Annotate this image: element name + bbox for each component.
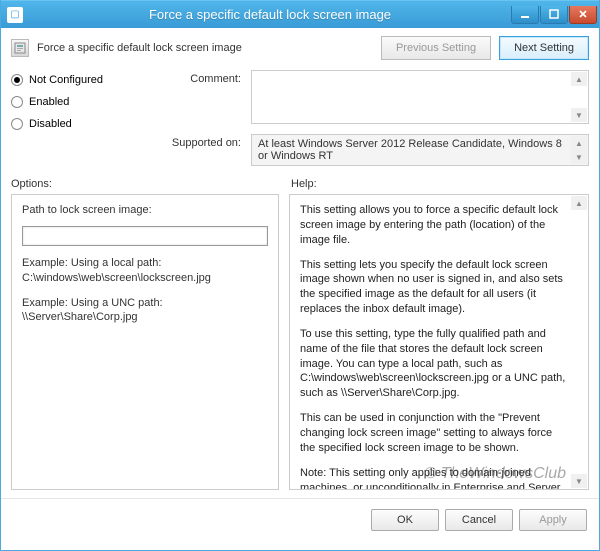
scroll-up-icon[interactable]: ▲: [571, 72, 587, 86]
supported-on-value: At least Windows Server 2012 Release Can…: [258, 138, 562, 162]
dialog-buttons: OK Cancel Apply: [1, 498, 599, 541]
minimize-button[interactable]: [511, 6, 539, 24]
path-label: Path to lock screen image:: [22, 203, 268, 218]
maximize-button[interactable]: [540, 6, 568, 24]
apply-button[interactable]: Apply: [519, 509, 587, 531]
supported-label: Supported on:: [161, 134, 241, 166]
section-labels: Options: Help:: [1, 172, 599, 194]
supported-scrollbar[interactable]: ▲ ▼: [571, 136, 587, 164]
supported-row: Supported on: At least Windows Server 20…: [161, 134, 589, 166]
radio-label: Enabled: [29, 96, 69, 108]
policy-title: Force a specific default lock screen ima…: [37, 42, 373, 54]
window-controls: [511, 6, 597, 24]
comment-label: Comment:: [161, 70, 241, 124]
next-setting-button[interactable]: Next Setting: [499, 36, 589, 60]
panels: Path to lock screen image: Example: Usin…: [1, 194, 599, 490]
help-text: This can be used in conjunction with the…: [300, 411, 568, 456]
comment-input[interactable]: ▲ ▼: [251, 70, 589, 124]
example-unc-value: \\Server\Share\Corp.jpg: [22, 310, 268, 325]
help-text: Note: This setting only applies to domai…: [300, 466, 568, 490]
state-section: Not Configured Enabled Disabled Comment:…: [1, 70, 599, 172]
scroll-up-icon[interactable]: ▲: [571, 136, 587, 150]
system-menu-icon[interactable]: ▢: [7, 7, 23, 23]
options-panel: Path to lock screen image: Example: Usin…: [11, 194, 279, 490]
scroll-down-icon[interactable]: ▼: [571, 108, 587, 122]
state-radio-group: Not Configured Enabled Disabled: [11, 70, 141, 166]
radio-disabled[interactable]: Disabled: [11, 118, 141, 130]
meta-column: Comment: ▲ ▼ Supported on: At least Wind…: [161, 70, 589, 166]
comment-scrollbar[interactable]: ▲ ▼: [571, 72, 587, 122]
policy-icon: [11, 39, 29, 57]
help-text: This setting allows you to force a speci…: [300, 203, 568, 248]
title-bar[interactable]: ▢ Force a specific default lock screen i…: [1, 0, 599, 28]
example-local-value: C:\windows\web\screen\lockscreen.jpg: [22, 271, 268, 286]
radio-label: Disabled: [29, 118, 72, 130]
path-input[interactable]: [22, 226, 268, 246]
help-text: To use this setting, type the fully qual…: [300, 327, 568, 401]
close-button[interactable]: [569, 6, 597, 24]
previous-setting-button[interactable]: Previous Setting: [381, 36, 491, 60]
radio-enabled[interactable]: Enabled: [11, 96, 141, 108]
header-row: Force a specific default lock screen ima…: [1, 28, 599, 70]
comment-row: Comment: ▲ ▼: [161, 70, 589, 124]
radio-icon: [11, 74, 23, 86]
example-unc-heading: Example: Using a UNC path:: [22, 296, 268, 311]
help-panel: This setting allows you to force a speci…: [289, 194, 589, 490]
ok-button[interactable]: OK: [371, 509, 439, 531]
scroll-up-icon[interactable]: ▲: [571, 196, 587, 210]
help-scrollbar[interactable]: ▲ ▼: [571, 196, 587, 488]
help-text: This setting lets you specify the defaul…: [300, 258, 568, 317]
radio-label: Not Configured: [29, 74, 103, 86]
cancel-button[interactable]: Cancel: [445, 509, 513, 531]
radio-not-configured[interactable]: Not Configured: [11, 74, 141, 86]
radio-icon: [11, 96, 23, 108]
radio-icon: [11, 118, 23, 130]
supported-on-box: At least Windows Server 2012 Release Can…: [251, 134, 589, 166]
scroll-down-icon[interactable]: ▼: [571, 150, 587, 164]
scroll-down-icon[interactable]: ▼: [571, 474, 587, 488]
window-title: Force a specific default lock screen ima…: [29, 7, 511, 22]
example-local-heading: Example: Using a local path:: [22, 256, 268, 271]
options-label: Options:: [11, 178, 291, 190]
help-label: Help:: [291, 178, 317, 190]
